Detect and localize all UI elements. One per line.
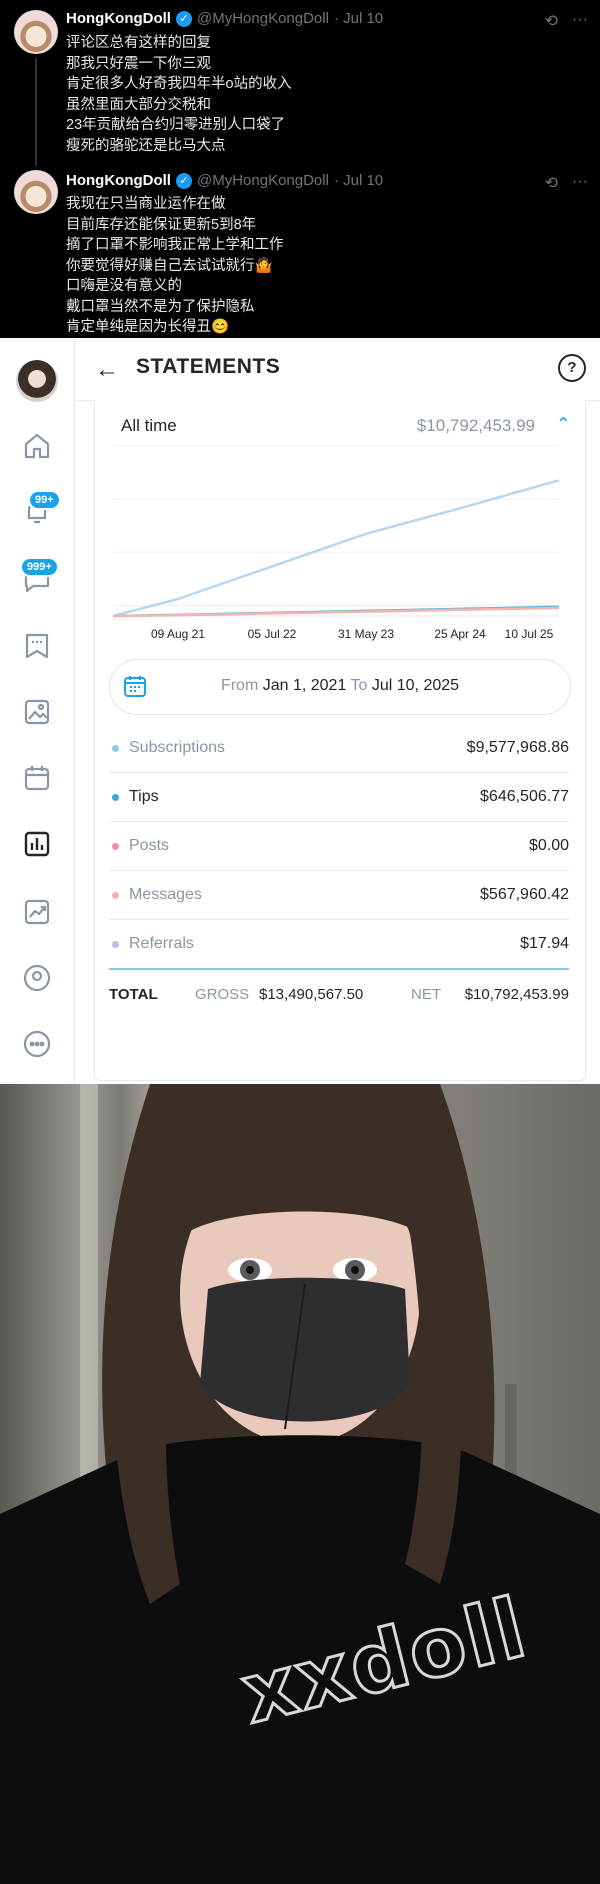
gross-amount: $13,490,567.50 — [259, 986, 364, 1003]
breakdown-label: Tips — [129, 788, 159, 805]
tweet-line: 戴口罩当然不是为了保护隐私 — [66, 298, 255, 315]
selfie-photo: xxdoll — [0, 1084, 600, 1884]
breakdown-label: Referrals — [129, 935, 194, 952]
series-line-1 — [112, 479, 560, 618]
grok-icon[interactable]: ⟲ — [545, 173, 558, 193]
tweet-line: 目前库存还能保证更新5到8年 — [66, 216, 257, 233]
top-bar: ← STATEMENTS ? — [75, 338, 600, 401]
gross-label: GROSS — [195, 986, 250, 1003]
tweet-1[interactable]: HongKongDoll ✓ @MyHongKongDoll · Jul 10 … — [0, 0, 600, 166]
tweet-line: 评论区总有这样的回复 — [66, 35, 211, 51]
tweet-line: 肯定很多人好奇我四年半o站的收入 — [66, 76, 292, 92]
tweet-header: HongKongDoll ✓ @MyHongKongDoll · Jul 10 — [66, 172, 383, 189]
from-label: From — [220, 677, 259, 694]
earnings-breakdown: Subscriptions $9,577,968.86 Tips $646,50… — [109, 724, 569, 1018]
tweet-handle[interactable]: @MyHongKongDoll — [197, 10, 329, 27]
from-date[interactable]: Jan 1, 2021 — [263, 677, 347, 694]
grok-icon[interactable]: ⟲ — [545, 11, 558, 31]
totals-row: TOTAL GROSS $13,490,567.50 NET $10,792,4… — [109, 970, 569, 1018]
more-options-icon[interactable]: ··· — [572, 173, 588, 193]
tweet-2[interactable]: HongKongDoll ✓ @MyHongKongDoll · Jul 10 … — [0, 166, 600, 338]
thread-line — [35, 58, 37, 166]
net-label: NET — [411, 986, 441, 1003]
breakdown-label: Posts — [129, 837, 170, 854]
tweet-line: 摘了口罩不影响我正常上学和工作 — [66, 237, 284, 253]
breakdown-row: Tips $646,506.77 — [109, 773, 569, 822]
tweet-author-name[interactable]: HongKongDoll — [66, 172, 171, 189]
x-tick-label: 31 May 23 — [338, 627, 394, 641]
x-tick-label: 09 Aug 21 — [151, 627, 205, 641]
date-range-picker[interactable]: From Jan 1, 2021 To Jul 10, 2025 — [109, 659, 571, 715]
tweet-text: 评论区总有这样的回复 那我只好震一下你三观 肯定很多人好奇我四年半o站的收入 虽… — [66, 33, 292, 156]
legend-dot — [112, 745, 119, 752]
page-title: STATEMENTS — [136, 355, 281, 378]
tweet-line: 我现在只当商业运作在做 — [66, 196, 226, 212]
tweet-line: 肯定单纯是因为长得丑😊 — [66, 319, 230, 335]
sidebar: 99+ 999+ — [0, 338, 75, 1084]
legend-dot — [112, 794, 119, 801]
verified-icon: ✓ — [175, 172, 192, 189]
series-line-3 — [112, 606, 560, 618]
breakdown-row: Referrals $17.94 — [109, 920, 569, 970]
tweet-header: HongKongDoll ✓ @MyHongKongDoll · Jul 10 — [66, 10, 383, 27]
breakdown-row: Messages $567,960.42 — [109, 871, 569, 920]
tweet-avatar[interactable] — [14, 170, 58, 214]
period-label[interactable]: All time — [121, 416, 177, 436]
to-date[interactable]: Jul 10, 2025 — [372, 677, 459, 694]
verified-icon: ✓ — [175, 10, 192, 27]
breakdown-row: Posts $0.00 — [109, 822, 569, 871]
breakdown-amount: $0.00 — [528, 837, 569, 854]
profile-icon[interactable] — [21, 962, 53, 994]
tweet-line: 23年贡献给合约归零进别人口袋了 — [66, 117, 286, 133]
bookmark-icon[interactable] — [21, 630, 53, 662]
more-options-icon[interactable]: ··· — [572, 11, 588, 31]
legend-dot — [112, 843, 119, 850]
statements-card: All time $10,792,453.99 ⌃ 09 Aug 21 05 Ju… — [94, 400, 586, 1081]
more-icon[interactable] — [21, 1028, 53, 1060]
breakdown-row: Subscriptions $9,577,968.86 — [109, 724, 569, 773]
help-icon[interactable]: ? — [558, 354, 586, 382]
x-tick-label: 10 Jul 25 — [505, 627, 554, 641]
breakdown-amount: $567,960.42 — [480, 886, 569, 903]
home-icon[interactable] — [21, 430, 53, 462]
back-arrow-icon[interactable]: ← — [95, 356, 119, 384]
statistics-icon[interactable] — [21, 828, 53, 860]
statements-app: 99+ 999+ ← STATEMENTS ? All time $10,792… — [0, 338, 600, 1084]
breakdown-label: Subscriptions — [129, 739, 226, 756]
tweet-avatar[interactable] — [14, 10, 58, 54]
tweet-line: 那我只好震一下你三观 — [66, 55, 211, 72]
tweet-line: 虽然里面大部分交税和 — [66, 96, 211, 113]
breakdown-amount: $17.94 — [520, 935, 569, 952]
breakdown-amount: $9,577,968.86 — [466, 739, 569, 756]
selfie-illustration — [0, 1084, 600, 1884]
tweet-handle[interactable]: @MyHongKongDoll — [197, 172, 329, 189]
image-icon[interactable] — [21, 696, 53, 728]
to-label: To — [350, 677, 368, 694]
legend-dot — [112, 892, 119, 899]
total-label: TOTAL — [109, 986, 158, 1003]
x-tick-label: 25 Apr 24 — [434, 627, 486, 641]
tweet-author-name[interactable]: HongKongDoll — [66, 10, 171, 27]
tweet-line: 瘦死的骆驼还是比马大点 — [66, 137, 226, 154]
tweet-text: 我现在只当商业运作在做 目前库存还能保证更新5到8年 摘了口罩不影响我正常上学和… — [66, 194, 284, 338]
tweet-date[interactable]: · Jul 10 — [334, 10, 383, 27]
tweet-line: 你要觉得好赚自己去试试就行🤷 — [66, 257, 273, 274]
legend-dot — [112, 941, 119, 948]
period-total: $10,792,453.99 — [416, 416, 535, 435]
tweet-date[interactable]: · Jul 10 — [334, 172, 383, 189]
messages-badge: 999+ — [20, 557, 59, 577]
breakdown-label: Messages — [129, 886, 202, 903]
earnings-chart: 09 Aug 21 05 Jul 22 31 May 23 25 Apr 24 10 J… — [112, 445, 560, 641]
net-amount: $10,792,453.99 — [464, 986, 569, 1003]
x-tick-label: 05 Jul 22 — [248, 627, 297, 641]
notifications-badge: 99+ — [28, 490, 61, 510]
trend-icon[interactable] — [21, 896, 53, 928]
tweet-line: 口嗨是没有意义的 — [66, 278, 182, 294]
calendar-icon[interactable] — [21, 762, 53, 794]
chevron-up-icon[interactable]: ⌃ — [556, 414, 571, 435]
breakdown-amount: $646,506.77 — [480, 788, 569, 805]
avatar[interactable] — [16, 360, 58, 402]
